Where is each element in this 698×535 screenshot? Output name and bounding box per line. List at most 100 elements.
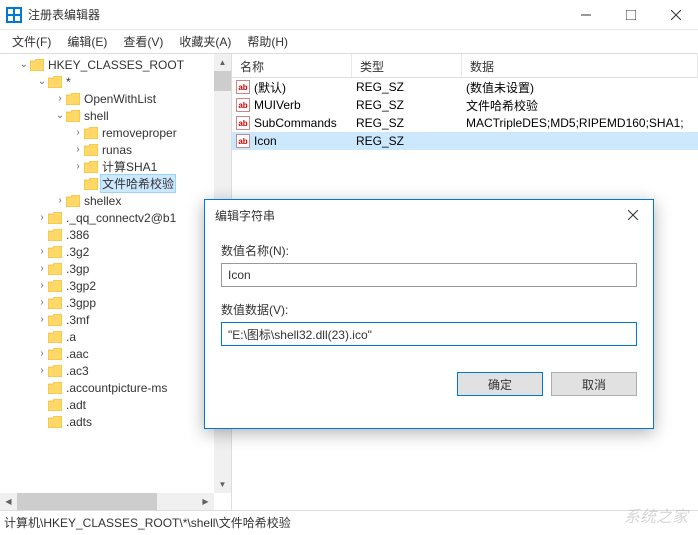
tree-label: .386 xyxy=(64,228,91,242)
tree-item[interactable]: .a xyxy=(0,328,231,345)
statusbar: 计算机\HKEY_CLASSES_ROOT\*\shell\文件哈希校验 xyxy=(0,510,698,534)
tree-item[interactable]: ⌄shell xyxy=(0,107,231,124)
list-row[interactable]: abSubCommands REG_SZ MACTripleDES;MD5;RI… xyxy=(232,114,698,132)
ok-button[interactable]: 确定 xyxy=(457,372,543,396)
tree-item[interactable]: ⌄* xyxy=(0,73,231,90)
folder-icon xyxy=(48,280,62,292)
tree-item[interactable]: ›.3g2 xyxy=(0,243,231,260)
scroll-thumb[interactable] xyxy=(17,493,157,510)
column-header-data[interactable]: 数据 xyxy=(462,54,698,77)
tree-label: 文件哈希校验 xyxy=(100,174,176,193)
tree-label: HKEY_CLASSES_ROOT xyxy=(46,58,186,72)
tree-label: * xyxy=(64,75,73,89)
expand-icon[interactable]: › xyxy=(72,161,84,172)
expand-icon[interactable]: › xyxy=(36,263,48,274)
collapse-icon[interactable]: ⌄ xyxy=(18,59,30,70)
tree-label: .adts xyxy=(64,415,94,429)
folder-icon xyxy=(84,178,98,190)
expand-icon[interactable]: › xyxy=(36,246,48,257)
value-name-input[interactable] xyxy=(221,263,637,287)
value-name: SubCommands xyxy=(254,116,337,130)
list-row[interactable]: ab(默认) REG_SZ (数值未设置) xyxy=(232,78,698,96)
value-name: MUIVerb xyxy=(254,98,301,112)
tree-label: ._qq_connectv2@b1 xyxy=(64,211,178,225)
scroll-left-icon[interactable]: ◀ xyxy=(0,493,17,510)
collapse-icon[interactable]: ⌄ xyxy=(36,76,48,87)
dialog-titlebar: 编辑字符串 xyxy=(205,200,653,230)
menu-file[interactable]: 文件(F) xyxy=(4,30,59,53)
app-icon xyxy=(6,7,22,23)
dialog-close-button[interactable] xyxy=(613,200,653,230)
dialog-title: 编辑字符串 xyxy=(215,207,613,224)
folder-icon xyxy=(48,246,62,258)
expand-icon[interactable]: › xyxy=(36,280,48,291)
expand-icon[interactable]: › xyxy=(72,127,84,138)
folder-icon xyxy=(84,144,98,156)
value-name: Icon xyxy=(254,134,277,148)
window-title: 注册表编辑器 xyxy=(28,6,563,23)
scroll-up-icon[interactable]: ▲ xyxy=(214,54,231,71)
string-value-icon: ab xyxy=(236,134,250,148)
tree-item[interactable]: .adts xyxy=(0,413,231,430)
folder-icon xyxy=(48,382,62,394)
menu-help[interactable]: 帮助(H) xyxy=(239,30,296,53)
list-row[interactable]: abMUIVerb REG_SZ 文件哈希校验 xyxy=(232,96,698,114)
list-header: 名称 类型 数据 xyxy=(232,54,698,78)
tree-item[interactable]: › .3mf xyxy=(0,311,231,328)
expand-icon[interactable]: › xyxy=(54,195,66,206)
expand-icon[interactable]: › xyxy=(36,314,48,325)
column-header-type[interactable]: 类型 xyxy=(352,54,462,77)
tree-label: .adt xyxy=(64,398,88,412)
tree-item[interactable]: ›removeproper xyxy=(0,124,231,141)
expand-icon[interactable]: › xyxy=(36,212,48,223)
expand-icon[interactable]: › xyxy=(72,144,84,155)
folder-icon xyxy=(48,297,62,309)
menu-view[interactable]: 查看(V) xyxy=(115,30,171,53)
tree-item[interactable]: › .3gp xyxy=(0,260,231,277)
tree-label: .3mf xyxy=(64,313,91,327)
value-data: MACTripleDES;MD5;RIPEMD160;SHA1; xyxy=(462,114,698,132)
tree-item[interactable]: ›shellex xyxy=(0,192,231,209)
cancel-button[interactable]: 取消 xyxy=(551,372,637,396)
expand-icon[interactable]: › xyxy=(36,297,48,308)
tree-item[interactable]: › ._qq_connectv2@b1 xyxy=(0,209,231,226)
collapse-icon[interactable]: ⌄ xyxy=(54,110,66,121)
scroll-thumb[interactable] xyxy=(214,71,231,91)
folder-icon xyxy=(48,331,62,343)
list-row-selected[interactable]: abIcon REG_SZ xyxy=(232,132,698,150)
tree-item[interactable]: .accountpicture-ms xyxy=(0,379,231,396)
tree-item[interactable]: ›.3gp2 xyxy=(0,277,231,294)
folder-icon xyxy=(84,127,98,139)
tree-item[interactable]: › 计算SHA1 xyxy=(0,158,231,175)
expand-icon[interactable]: › xyxy=(36,348,48,359)
tree-item[interactable]: › runas xyxy=(0,141,231,158)
tree-item[interactable]: .386 xyxy=(0,226,231,243)
menu-favorites[interactable]: 收藏夹(A) xyxy=(171,30,239,53)
menu-edit[interactable]: 编辑(E) xyxy=(59,30,115,53)
tree-label: OpenWithList xyxy=(82,92,158,106)
scroll-down-icon[interactable]: ▼ xyxy=(214,476,231,493)
tree-scrollbar-horizontal[interactable]: ◀ ▶ xyxy=(0,493,214,510)
folder-icon xyxy=(48,416,62,428)
tree-item-selected[interactable]: 文件哈希校验 xyxy=(0,175,231,192)
tree-item[interactable]: › OpenWithList xyxy=(0,90,231,107)
tree-item[interactable]: ›.ac3 xyxy=(0,362,231,379)
column-header-name[interactable]: 名称 xyxy=(232,54,352,77)
expand-icon[interactable]: › xyxy=(54,93,66,104)
value-data-input[interactable] xyxy=(221,322,637,346)
expand-icon[interactable]: › xyxy=(36,365,48,376)
scroll-right-icon[interactable]: ▶ xyxy=(197,493,214,510)
tree-item[interactable]: .adt xyxy=(0,396,231,413)
close-button[interactable] xyxy=(653,0,698,29)
tree-label: runas xyxy=(100,143,134,157)
tree-label: .3gp xyxy=(64,262,91,276)
folder-icon xyxy=(48,365,62,377)
maximize-button[interactable] xyxy=(608,0,653,29)
tree-item[interactable]: ⌄ HKEY_CLASSES_ROOT xyxy=(0,56,231,73)
value-data: 文件哈希校验 xyxy=(462,95,698,116)
minimize-button[interactable] xyxy=(563,0,608,29)
tree-item[interactable]: ›.3gpp xyxy=(0,294,231,311)
tree-label: 计算SHA1 xyxy=(100,158,159,175)
folder-icon xyxy=(66,195,80,207)
tree-item[interactable]: ›.aac xyxy=(0,345,231,362)
